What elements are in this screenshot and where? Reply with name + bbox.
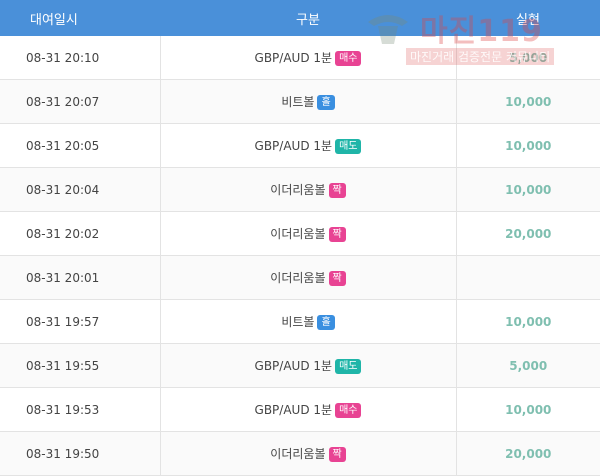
- page: 대여일시 구분 실현 08-31 20:10 GBP/AUD 1분 매수 5,000 0…: [0, 0, 600, 476]
- row-time: 08-31 20:05: [0, 123, 161, 168]
- row-type-cell: GBP/AUD 1분 매수: [160, 387, 457, 432]
- row-type-cell: 비트볼 홀: [160, 299, 457, 344]
- table-row: 08-31 20:07 비트볼 홀 10,000: [0, 79, 600, 124]
- row-type: GBP/AUD 1분: [254, 139, 333, 153]
- row-type: GBP/AUD 1분: [254, 359, 333, 373]
- row-type: 이더리움볼: [270, 271, 326, 285]
- row-amount: 5,000: [456, 36, 600, 80]
- row-time: 08-31 20:01: [0, 255, 161, 300]
- row-type: GBP/AUD 1분: [254, 51, 333, 65]
- header-amount: 실현: [456, 0, 600, 36]
- history-table: 대여일시 구분 실현 08-31 20:10 GBP/AUD 1분 매수 5,000 0…: [0, 0, 600, 476]
- row-type-cell: GBP/AUD 1분 매도: [160, 123, 457, 168]
- row-amount: 20,000: [456, 211, 600, 256]
- row-badge: 홀: [317, 315, 335, 330]
- row-time: 08-31 20:02: [0, 211, 161, 256]
- row-badge: 매수: [335, 51, 362, 66]
- row-type: 이더리움볼: [270, 447, 326, 461]
- row-type: 비트볼: [281, 95, 315, 109]
- table-row: 08-31 20:02 이더리움볼 짝 20,000: [0, 211, 600, 256]
- table-body: 08-31 20:10 GBP/AUD 1분 매수 5,000 08-31 20:07 비…: [0, 36, 600, 476]
- header-time: 대여일시: [0, 0, 160, 36]
- row-badge: 매수: [335, 403, 362, 418]
- row-type: 비트볼: [281, 315, 315, 329]
- row-time: 08-31 20:04: [0, 167, 161, 212]
- table-row: 08-31 20:04 이더리움볼 짝 10,000: [0, 167, 600, 212]
- table-row: 08-31 19:55 GBP/AUD 1분 매도 5,000: [0, 343, 600, 388]
- table-row: 08-31 19:50 이더리움볼 짝 20,000: [0, 431, 600, 476]
- row-type: 이더리움볼: [270, 227, 326, 241]
- row-badge: 홀: [317, 95, 335, 110]
- row-amount: 10,000: [456, 387, 600, 432]
- row-type-cell: 이더리움볼 짝: [160, 167, 457, 212]
- row-time: 08-31 19:57: [0, 299, 161, 344]
- row-amount: 10,000: [456, 167, 600, 212]
- row-type-cell: GBP/AUD 1분 매도: [160, 343, 457, 388]
- row-time: 08-31 19:55: [0, 343, 161, 388]
- header-type: 구분: [160, 0, 456, 36]
- row-badge: 짝: [328, 447, 346, 462]
- row-type-cell: 이더리움볼 짝: [160, 431, 457, 476]
- table-row: 08-31 20:10 GBP/AUD 1분 매수 5,000: [0, 36, 600, 80]
- table-header: 대여일시 구분 실현: [0, 0, 600, 36]
- row-type-cell: 이더리움볼 짝: [160, 211, 457, 256]
- row-amount: [456, 255, 600, 300]
- row-time: 08-31 20:10: [0, 36, 161, 80]
- row-badge: 짝: [328, 271, 346, 286]
- table-row: 08-31 19:57 비트볼 홀 10,000: [0, 299, 600, 344]
- row-badge: 짝: [328, 227, 346, 242]
- table-row: 08-31 20:05 GBP/AUD 1분 매도 10,000: [0, 123, 600, 168]
- row-badge: 매도: [335, 139, 362, 154]
- row-time: 08-31 19:50: [0, 431, 161, 476]
- table-row: 08-31 20:01 이더리움볼 짝: [0, 255, 600, 300]
- row-type-cell: 이더리움볼 짝: [160, 255, 457, 300]
- row-amount: 5,000: [456, 343, 600, 388]
- row-amount: 10,000: [456, 123, 600, 168]
- row-type: GBP/AUD 1분: [254, 403, 333, 417]
- table-row: 08-31 19:53 GBP/AUD 1분 매수 10,000: [0, 387, 600, 432]
- row-amount: 10,000: [456, 299, 600, 344]
- row-type-cell: GBP/AUD 1분 매수: [160, 36, 457, 80]
- row-badge: 짝: [328, 183, 346, 198]
- row-time: 08-31 20:07: [0, 79, 161, 124]
- row-type-cell: 비트볼 홀: [160, 79, 457, 124]
- row-amount: 20,000: [456, 431, 600, 476]
- row-time: 08-31 19:53: [0, 387, 161, 432]
- row-type: 이더리움볼: [270, 183, 326, 197]
- row-amount: 10,000: [456, 79, 600, 124]
- row-badge: 매도: [335, 359, 362, 374]
